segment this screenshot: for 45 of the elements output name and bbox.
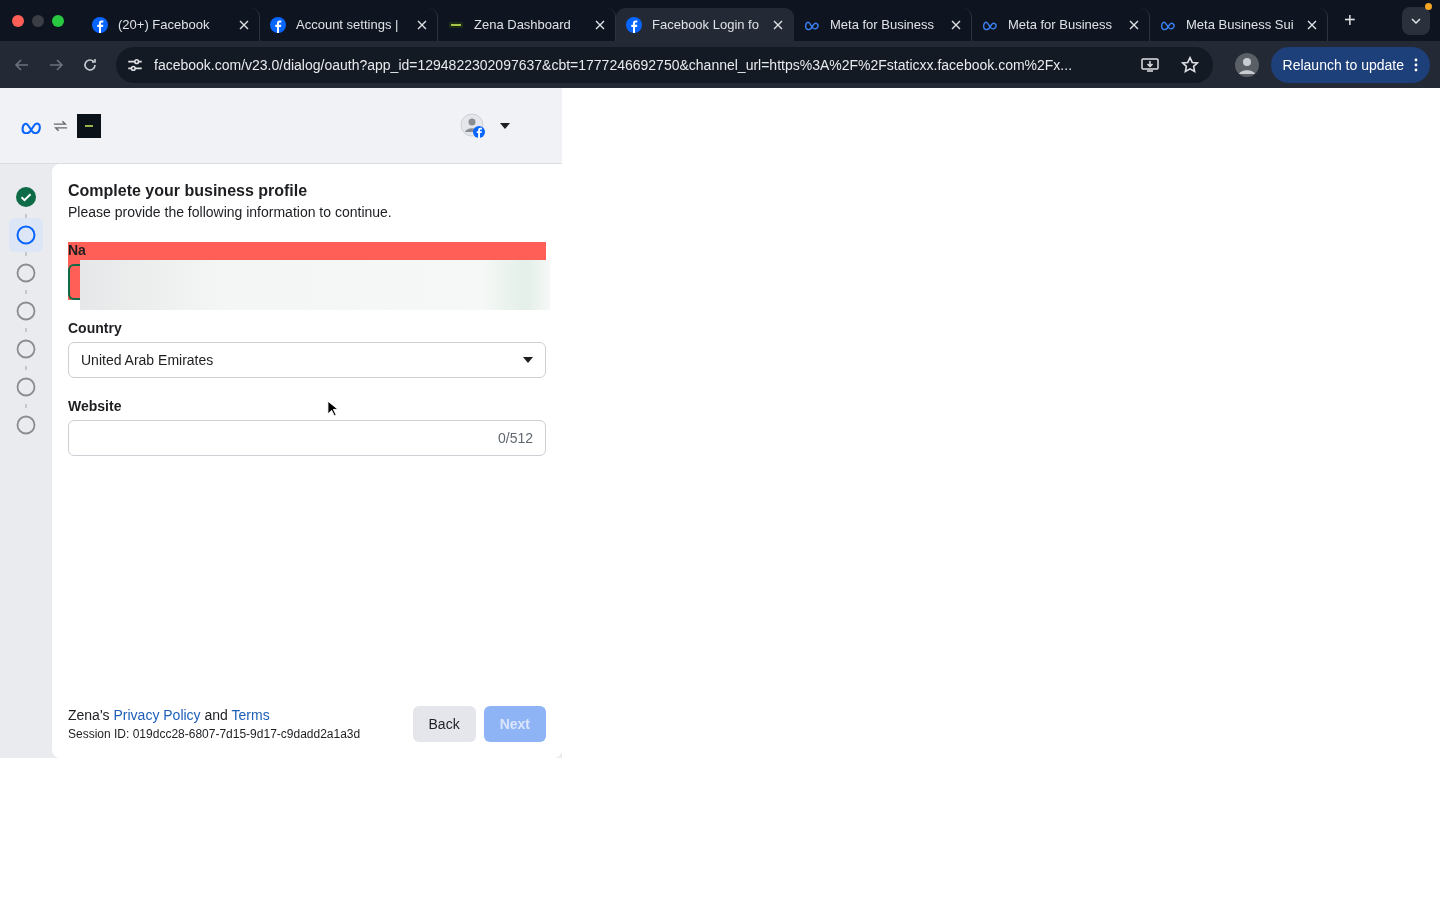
field-label: Country [68, 320, 122, 336]
url-text: facebook.com/v23.0/dialog/oauth?app_id=1294822302097637&cbt=1777246692750&channel_url=https%3A%2F%2Fstaticxx.facebook.com%2Fx... [154, 56, 1074, 73]
reload-icon[interactable] [82, 56, 98, 73]
update-dot [1425, 2, 1432, 10]
maximize-window-button[interactable] [52, 14, 64, 27]
form-title: Complete your business profile [68, 182, 309, 200]
close-icon[interactable] [1129, 19, 1139, 30]
session-id: Session ID: 019dcc28-6807-7d15-9d17-c9dadd2a1a3d [68, 727, 361, 741]
form-subtitle: Please provide the following information to continue. [68, 204, 393, 220]
profile-avatar-icon[interactable] [1234, 52, 1259, 77]
tab-search-button[interactable] [1402, 6, 1430, 35]
field-label: Website [68, 398, 122, 414]
link[interactable]: Terms [231, 707, 270, 723]
field-label: Na [68, 242, 86, 258]
new-tab-button[interactable]: + [1340, 9, 1360, 32]
browser-tab[interactable]: Facebook Login fo [616, 8, 794, 41]
relaunch-button[interactable]: Relaunch to update [1270, 46, 1430, 83]
caret-icon[interactable] [500, 122, 510, 129]
close-icon[interactable] [595, 19, 605, 30]
link[interactable]: Privacy Policy [113, 707, 201, 723]
bookmark-star-icon[interactable] [1180, 55, 1199, 74]
mouse-cursor-icon [327, 400, 338, 417]
account-avatar-icon[interactable] [460, 112, 486, 139]
install-app-icon[interactable] [1140, 55, 1159, 74]
facebook-icon [270, 16, 286, 33]
forward-icon[interactable] [48, 56, 64, 73]
chevron-down-icon[interactable] [1411, 17, 1421, 24]
close-icon[interactable] [1307, 19, 1317, 30]
country-dropdown[interactable]: United Arab Emirates [68, 342, 546, 378]
app-logo-icon [77, 113, 101, 138]
dialog-button[interactable]: Back [412, 706, 476, 742]
more-icon[interactable] [1414, 57, 1418, 72]
character-counter: 0/512 [497, 430, 533, 446]
close-icon[interactable] [239, 19, 249, 30]
back-icon[interactable] [14, 56, 30, 73]
facebook-icon [92, 16, 108, 33]
legal-text: Zena's Privacy Policy and Terms [68, 707, 271, 723]
close-window-button[interactable] [12, 14, 24, 27]
close-icon[interactable] [773, 19, 783, 30]
address-bar[interactable]: facebook.com/v23.0/dialog/oauth?app_id=1294822302097637&cbt=1777246692750&channel_url=https%3A%2F%2Fstaticxx.facebook.com%2Fx... [116, 46, 1213, 83]
facebook-icon [626, 16, 642, 33]
close-icon[interactable] [951, 19, 961, 30]
close-icon[interactable] [417, 19, 427, 30]
caret-icon[interactable] [523, 357, 533, 363]
website-field[interactable]: 0/512 [68, 420, 546, 456]
